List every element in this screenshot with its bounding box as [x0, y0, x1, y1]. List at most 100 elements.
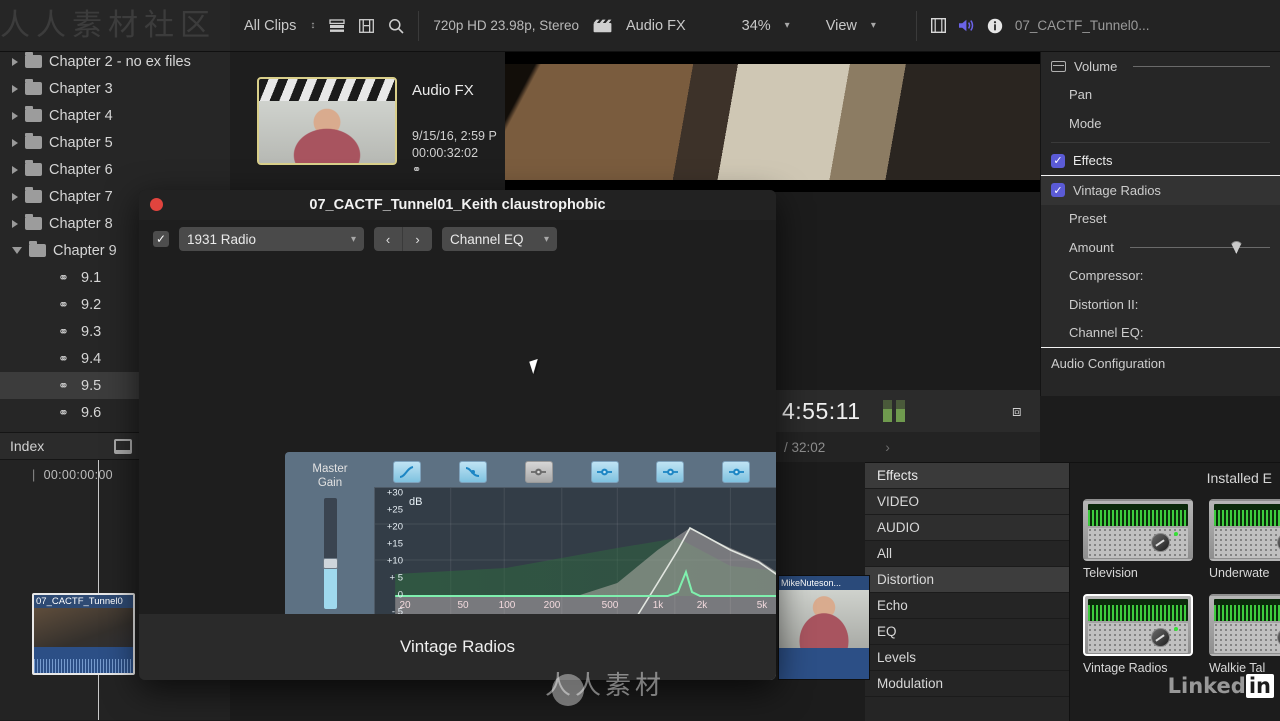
band-button-peak-1-disabled[interactable] [524, 461, 553, 483]
disclosure-triangle-icon[interactable] [12, 84, 18, 93]
disclosure-triangle-open-icon[interactable] [12, 246, 22, 258]
preset-value: 1931 Radio [187, 231, 257, 247]
expand-icon[interactable]: ⧈ [1012, 403, 1028, 420]
disclosure-triangle-icon[interactable] [12, 192, 18, 201]
effects-category-list[interactable]: Effects VIDEO AUDIO All Distortion Echo … [865, 463, 1070, 721]
master-gain-knob[interactable] [322, 557, 338, 569]
disclosure-triangle-icon[interactable] [12, 165, 18, 174]
band-button-peak-3[interactable] [656, 461, 685, 483]
info-icon[interactable] [987, 18, 1003, 34]
next-preset-button[interactable]: › [403, 227, 432, 251]
inspector-row-mode[interactable]: Mode [1041, 109, 1280, 138]
effect-tile-walkie-talkie[interactable]: Walkie Tal [1209, 594, 1280, 675]
clip-name: Audio FX [412, 82, 474, 99]
category-distortion[interactable]: Distortion [865, 567, 1069, 593]
inspector-row-pan[interactable]: Pan [1041, 81, 1280, 110]
effects-checkbox[interactable]: ✓ [1051, 153, 1065, 168]
db-label-left: dB [409, 496, 423, 508]
x-tick: 500 [601, 600, 619, 611]
category-eq[interactable]: EQ [865, 619, 1069, 645]
search-icon[interactable] [388, 18, 404, 34]
chevron-down-icon-view[interactable]: ▾ [871, 20, 876, 31]
key-icon: ⚭ [58, 404, 69, 420]
effect-tile-television[interactable]: Television [1083, 499, 1193, 580]
timeline-clip[interactable]: 07_CACTF_Tunnel0 [32, 593, 135, 675]
band-button-peak-4[interactable] [722, 461, 751, 483]
audio-inspector-icon[interactable] [958, 18, 975, 33]
playhead[interactable] [98, 460, 99, 720]
inspector-row-effects[interactable]: ✓ Effects [1041, 147, 1280, 176]
radio-body-graphic [1088, 528, 1188, 558]
disclosure-triangle-icon[interactable] [12, 57, 18, 66]
effect-param-label: Amount [1069, 239, 1114, 255]
effect-module-value: Channel EQ [450, 231, 524, 247]
band-button-highpass[interactable] [392, 461, 421, 483]
effect-tile-label: Underwate [1209, 566, 1270, 580]
plugin-enable-checkbox[interactable]: ✓ [153, 231, 169, 247]
prev-preset-button[interactable]: ‹ [374, 227, 403, 251]
zoom-level[interactable]: 34% [742, 18, 771, 34]
disclosure-triangle-icon[interactable] [12, 138, 18, 147]
effect-param-amount[interactable]: Amount [1041, 233, 1280, 262]
video-inspector-icon[interactable] [930, 18, 946, 33]
view-menu[interactable]: View [826, 18, 857, 34]
filmstrip-icon[interactable] [359, 18, 375, 33]
effects-label: Effects [1073, 153, 1113, 169]
sidebar-item-chapter-6[interactable]: Chapter 6 [0, 156, 230, 183]
effect-header-row[interactable]: ✓ Vintage Radios [1041, 176, 1280, 205]
band-button-lowshelf[interactable] [458, 461, 487, 483]
folder-icon [25, 214, 42, 230]
band-button-peak-2[interactable] [590, 461, 619, 483]
category-all[interactable]: All [865, 541, 1069, 567]
inspector-row-volume[interactable]: Volume [1041, 52, 1280, 81]
key-icon: ⚭ [58, 323, 69, 339]
inspector-label: Volume [1074, 58, 1118, 74]
sidebar-item-chapter-4[interactable]: Chapter 4 [0, 102, 230, 129]
effect-param-channel-eq[interactable]: Channel EQ: [1041, 319, 1280, 348]
viewer[interactable] [505, 52, 1040, 192]
master-gain-fill [323, 566, 337, 609]
sidebar-item-chapter-3[interactable]: Chapter 3 [0, 75, 230, 102]
category-modulation[interactable]: Modulation [865, 671, 1069, 697]
effect-tile-vintage-radios[interactable]: Vintage Radios [1083, 594, 1193, 675]
category-echo[interactable]: Echo [865, 593, 1069, 619]
sidebar-item-chapter-2[interactable]: Chapter 2 - no ex files [0, 52, 230, 75]
effect-tile-underwater[interactable]: Underwate [1209, 499, 1280, 580]
effect-enable-checkbox[interactable]: ✓ [1051, 183, 1065, 198]
chevron-down-icon-zoom[interactable]: ▾ [785, 20, 790, 31]
disclosure-triangle-icon[interactable] [12, 111, 18, 120]
next-icon[interactable]: › [885, 439, 890, 455]
effect-module-dropdown[interactable]: Channel EQ ▾ [442, 227, 557, 251]
master-gain-slider[interactable] [322, 498, 338, 609]
radio-body-graphic [1088, 623, 1188, 653]
list-view-icon[interactable] [329, 18, 346, 33]
clapperboard-icon[interactable] [593, 19, 612, 33]
slider-knob[interactable] [1229, 240, 1243, 254]
x-tick: 1k [652, 600, 664, 611]
volume-slider[interactable] [1133, 65, 1270, 67]
chevron-updown-icon[interactable]: ↕ [310, 20, 315, 31]
effect-param-compressor[interactable]: Compressor: [1041, 262, 1280, 291]
player-timecode: 4:55:11 [782, 397, 861, 424]
effect-param-preset[interactable]: Preset [1041, 205, 1280, 234]
category-audio[interactable]: AUDIO [865, 515, 1069, 541]
browser-toolbar-group: All Clips ↕ [230, 0, 418, 51]
effect-param-distortion[interactable]: Distortion II: [1041, 290, 1280, 319]
knob-icon [1151, 628, 1170, 647]
folder-icon [25, 160, 42, 176]
folder-icon [25, 106, 42, 122]
disclosure-triangle-icon[interactable] [12, 219, 18, 228]
preset-dropdown[interactable]: 1931 Radio ▾ [179, 227, 364, 251]
effect-thumbnail [1209, 594, 1280, 656]
clip-thumbnail[interactable] [257, 77, 397, 165]
audio-configuration-row[interactable]: Audio Configuration [1041, 348, 1280, 371]
clip-preview-image [259, 101, 395, 163]
amount-slider[interactable] [1129, 240, 1270, 254]
category-video[interactable]: VIDEO [865, 489, 1069, 515]
timeline-index-icon[interactable] [114, 438, 133, 454]
timeline-clip-secondary[interactable]: MikeNuteson... [778, 575, 870, 680]
category-levels[interactable]: Levels [865, 645, 1069, 671]
close-button[interactable] [150, 198, 163, 211]
all-clips-dropdown[interactable]: All Clips [244, 18, 296, 34]
sidebar-item-chapter-5[interactable]: Chapter 5 [0, 129, 230, 156]
